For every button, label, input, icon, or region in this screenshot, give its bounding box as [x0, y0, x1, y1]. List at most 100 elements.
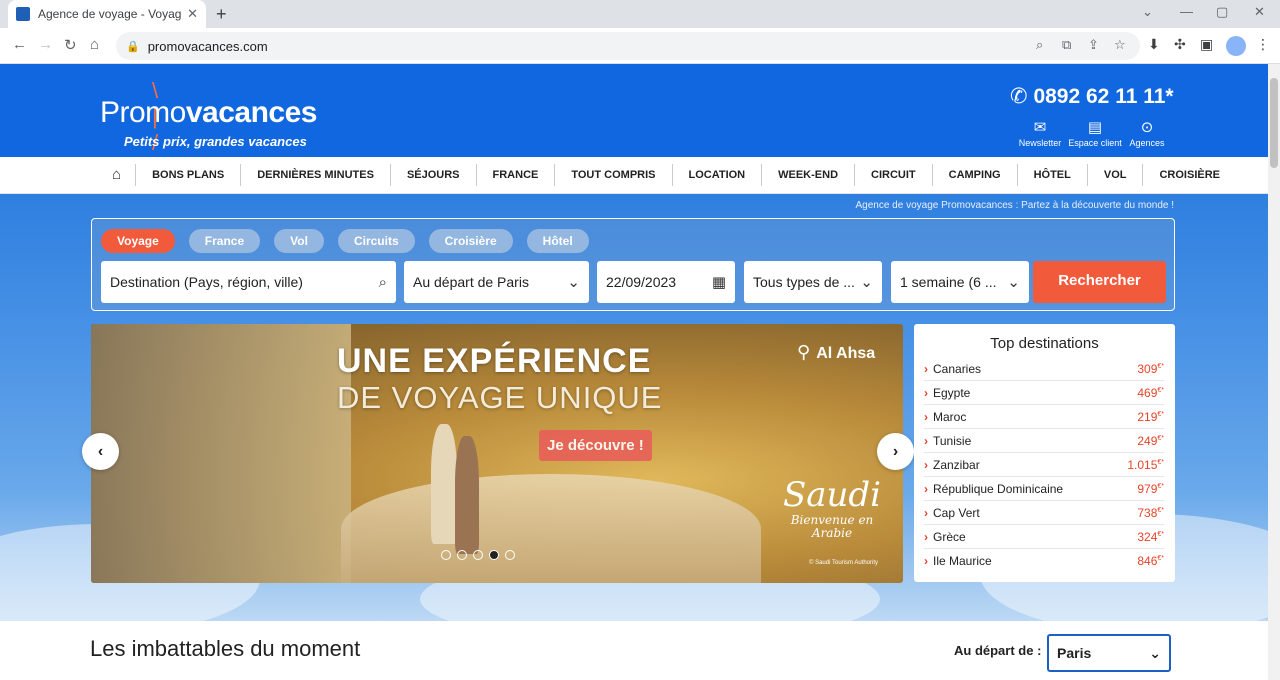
extension-download-icon[interactable]: ⬇ [1148, 36, 1160, 53]
destination-item[interactable]: › Zanzibar 1.015€* [924, 453, 1164, 477]
chevron-right-icon: › [924, 529, 928, 544]
menu-item-location[interactable]: LOCATION [671, 164, 762, 186]
carousel-dot[interactable] [473, 550, 483, 560]
destination-item[interactable]: › Ile Maurice 846€* [924, 549, 1164, 573]
tab-voyage[interactable]: Voyage [101, 229, 175, 253]
menu-item-sejours[interactable]: SÉJOURS [389, 164, 476, 186]
phone-icon: ✆ [1010, 85, 1028, 108]
browser-menu-icon[interactable]: ⋮ [1256, 36, 1270, 53]
chevron-right-icon: › [924, 457, 928, 472]
chevron-right-icon: › [924, 481, 928, 496]
tab-circuits[interactable]: Circuits [337, 229, 415, 253]
menu-item-camping[interactable]: CAMPING [931, 164, 1017, 186]
menu-item-bons-plans[interactable]: BONS PLANS [135, 164, 240, 186]
scrollbar-thumb[interactable] [1270, 78, 1278, 168]
logo-wordmark: Promovacances [100, 96, 317, 129]
menu-item-france[interactable]: FRANCE [475, 164, 555, 186]
menu-item-croisiere[interactable]: CROISIÈRE [1142, 164, 1236, 186]
zoom-search-icon[interactable]: ⌕ [1036, 37, 1043, 53]
lock-icon[interactable]: 🔒 [126, 40, 140, 53]
destination-item[interactable]: › Canaries 309€* [924, 357, 1164, 381]
carousel-dot-active[interactable] [489, 550, 499, 560]
cave-path-graphic [341, 474, 761, 583]
tab-title: Agence de voyage - Voyage pas cher [38, 7, 182, 21]
destination-item[interactable]: › République Dominicaine 979€* [924, 477, 1164, 501]
menu-item-tout-compris[interactable]: TOUT COMPRIS [554, 164, 671, 186]
translate-icon[interactable]: ⧉ [1062, 37, 1071, 53]
menu-item-circuit[interactable]: CIRCUIT [854, 164, 932, 186]
promo-carousel[interactable]: UNE EXPÉRIENCE DE VOYAGE UNIQUE Je décou… [91, 324, 903, 583]
menu-home-icon[interactable]: ⌂ [104, 164, 135, 186]
forward-arrow-icon[interactable]: → [38, 36, 53, 53]
destination-item[interactable]: › Tunisie 249€* [924, 429, 1164, 453]
chevron-down-icon: ⌄ [860, 274, 873, 291]
section-title: Les imbattables du moment [90, 636, 361, 661]
date-input[interactable]: 22/09/2023 ▦ [597, 261, 735, 303]
carousel-prev-button[interactable]: ‹ [82, 433, 119, 470]
menu-item-dernieres-minutes[interactable]: DERNIÈRES MINUTES [240, 164, 390, 186]
browser-toolbar: ← → ↻ ⌂ 🔒 promovacances.com ⌕ ⧉ ⇪ ☆ ⬇ ✣ … [0, 28, 1280, 64]
departure-select[interactable]: Au départ de Paris ⌄ [404, 261, 589, 303]
top-destinations-title: Top destinations [990, 335, 1099, 352]
browser-tab[interactable]: Agence de voyage - Voyage pas cher ✕ [8, 0, 206, 28]
espace-client-link[interactable]: ▤ Espace client [1065, 118, 1125, 148]
tab-search-icon[interactable]: ⌄ [1142, 4, 1153, 20]
destination-item[interactable]: › Egypte 469€* [924, 381, 1164, 405]
search-type-tabs: Voyage France Vol Circuits Croisière Hôt… [101, 229, 603, 253]
promo-cta-button[interactable]: Je découvre ! [539, 430, 652, 461]
carousel-dot[interactable] [505, 550, 515, 560]
promo-subheadline: DE VOYAGE UNIQUE [337, 380, 663, 415]
home-icon[interactable]: ⌂ [90, 36, 99, 53]
destination-item[interactable]: › Grèce 324€* [924, 525, 1164, 549]
profile-avatar[interactable] [1226, 36, 1246, 56]
search-icon: ⌕ [378, 273, 387, 291]
newsletter-link[interactable]: ✉ Newsletter [1010, 118, 1070, 148]
hero-section: Agence de voyage Promovacances : Partez … [0, 194, 1280, 644]
tab-france[interactable]: France [188, 229, 261, 253]
share-icon[interactable]: ⇪ [1088, 37, 1099, 53]
extensions-puzzle-icon[interactable]: ✣ [1174, 36, 1186, 53]
close-window-button[interactable]: ✕ [1254, 4, 1265, 20]
tab-close-icon[interactable]: ✕ [187, 6, 198, 22]
tab-hotel[interactable]: Hôtel [526, 229, 589, 253]
envelope-icon: ✉ [1033, 119, 1047, 136]
bookmark-star-icon[interactable]: ☆ [1114, 37, 1126, 53]
url-text[interactable]: promovacances.com [148, 39, 268, 54]
back-arrow-icon[interactable]: ← [12, 36, 27, 53]
minimize-button[interactable]: — [1180, 4, 1193, 19]
carousel-next-button[interactable]: › [877, 433, 914, 470]
phone-number[interactable]: ✆ 0892 62 11 11* [1010, 84, 1174, 109]
site-header: \ | / Promovacances Petits prix, grandes… [0, 64, 1268, 157]
destination-item[interactable]: › Cap Vert 738€* [924, 501, 1164, 525]
duration-select[interactable]: 1 semaine (6 ... ⌄ [891, 261, 1029, 303]
chevron-down-icon: ⌄ [1149, 644, 1161, 661]
address-bar[interactable]: 🔒 promovacances.com [116, 32, 1140, 60]
chevron-down-icon: ⌄ [567, 274, 580, 291]
destination-input[interactable]: Destination (Pays, région, ville) ⌕ [101, 261, 396, 303]
destination-item[interactable]: › Maroc 219€* [924, 405, 1164, 429]
new-tab-button[interactable]: + [216, 4, 227, 25]
briefcase-icon: ▤ [1087, 119, 1103, 136]
maximize-button[interactable]: ▢ [1216, 4, 1228, 20]
search-button[interactable]: Rechercher [1033, 261, 1166, 303]
side-panel-icon[interactable]: ▣ [1200, 36, 1213, 53]
chevron-down-icon: ⌄ [1007, 274, 1020, 291]
menu-item-vol[interactable]: VOL [1086, 164, 1143, 186]
section-departure-select[interactable]: Paris ⌄ [1047, 634, 1171, 672]
browser-tab-bar: Agence de voyage - Voyage pas cher ✕ + ⌄… [0, 0, 1280, 28]
page-scrollbar[interactable] [1268, 64, 1280, 680]
chevron-right-icon: › [924, 505, 928, 520]
menu-item-week-end[interactable]: WEEK-END [761, 164, 854, 186]
chevron-right-icon: › [924, 433, 928, 448]
trip-type-select[interactable]: Tous types de ... ⌄ [744, 261, 882, 303]
carousel-dot[interactable] [441, 550, 451, 560]
carousel-dot[interactable] [457, 550, 467, 560]
departure-label: Au départ de : [954, 643, 1042, 658]
tab-croisiere[interactable]: Croisière [428, 229, 513, 253]
reload-icon[interactable]: ↻ [64, 36, 77, 54]
tab-vol[interactable]: Vol [274, 229, 324, 253]
location-pin-icon: ⚲ [797, 342, 811, 362]
promo-headline: UNE EXPÉRIENCE [337, 342, 652, 380]
menu-item-hotel[interactable]: HÔTEL [1016, 164, 1087, 186]
agences-link[interactable]: ⊙ Agences [1117, 118, 1177, 148]
